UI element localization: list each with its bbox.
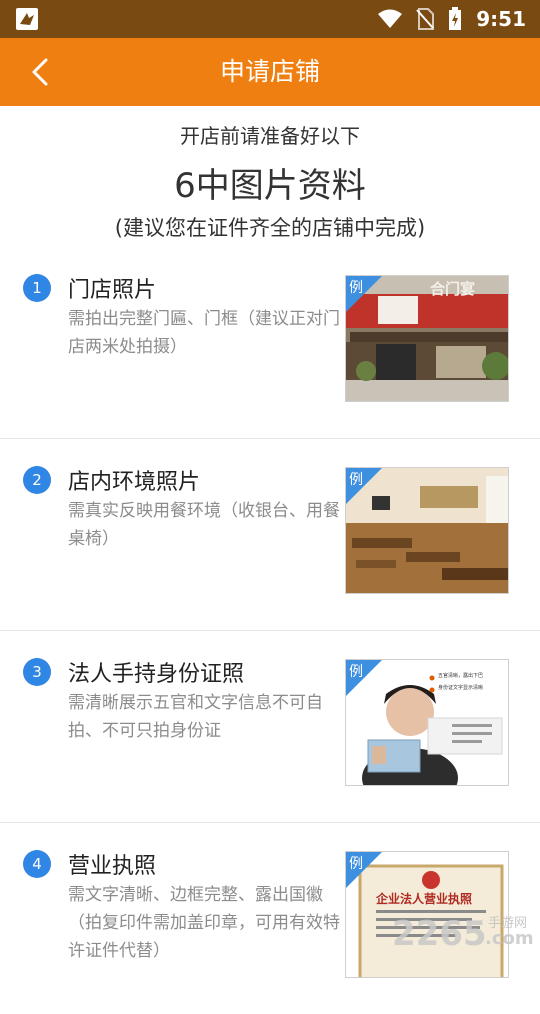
app-notification-icon bbox=[16, 8, 38, 30]
example-label: 例 bbox=[349, 664, 363, 680]
example-label: 例 bbox=[349, 856, 363, 872]
page-title: 申请店铺 bbox=[219, 57, 320, 86]
example-caption-id: 身份证文字显示清晰 bbox=[438, 685, 484, 691]
no-sim-icon bbox=[416, 8, 435, 30]
status-bar: 9:51 bbox=[0, 0, 540, 38]
list-item-store-photo: 1 门店照片 需拍出完整门匾、门框（建议正对门店两米处拍摄） 合门宴 例 bbox=[0, 246, 540, 439]
step-badge: 4 bbox=[23, 850, 51, 878]
watermark-label: 手游网 bbox=[488, 916, 528, 931]
site-watermark: 2265 .com 手游网 bbox=[392, 906, 540, 960]
item-description: 需拍出完整门匾、门框（建议正对门店两米处拍摄） bbox=[68, 309, 340, 357]
example-image-storefront: 合门宴 例 bbox=[345, 275, 509, 402]
step-badge: 2 bbox=[23, 466, 51, 494]
license-title-text: 企业法人营业执照 bbox=[376, 892, 473, 906]
item-title: 营业执照 bbox=[68, 854, 157, 879]
list-item-interior-photo: 2 店内环境照片 需真实反映用餐环境（收银台、用餐桌椅） 例 bbox=[0, 438, 540, 631]
chevron-left-icon bbox=[32, 58, 48, 86]
list-item-id-holding-photo: 3 法人手持身份证照 需清晰展示五官和文字信息不可自拍、不可只拍身份证 五官清晰… bbox=[0, 630, 540, 823]
title-bar: 申请店铺 bbox=[0, 38, 540, 106]
storefront-sign-text: 合门宴 bbox=[430, 280, 476, 298]
example-label: 例 bbox=[349, 472, 363, 488]
status-time: 9:51 bbox=[476, 7, 526, 31]
item-title: 法人手持身份证照 bbox=[68, 662, 245, 687]
watermark-number: 2265 bbox=[392, 914, 487, 954]
example-caption-face: 五官清晰，露出下巴 bbox=[438, 673, 484, 679]
intro-note: (建议您在证件齐全的店铺中完成) bbox=[114, 216, 426, 240]
example-image-interior: 例 bbox=[345, 467, 509, 594]
intro-line-1: 开店前请准备好以下 bbox=[180, 124, 360, 148]
intro-heading: 6中图片资料 bbox=[174, 166, 366, 206]
example-label: 例 bbox=[349, 280, 363, 296]
back-button[interactable] bbox=[20, 52, 64, 92]
example-image-id-holding: 五官清晰，露出下巴 身份证文字显示清晰 例 bbox=[345, 659, 509, 786]
item-description: 需清晰展示五官和文字信息不可自拍、不可只拍身份证 bbox=[68, 693, 323, 741]
step-badge: 1 bbox=[23, 274, 51, 302]
step-badge: 3 bbox=[23, 658, 51, 686]
item-title: 门店照片 bbox=[68, 278, 157, 303]
item-title: 店内环境照片 bbox=[68, 470, 201, 495]
wifi-icon bbox=[378, 9, 403, 28]
item-description: 需真实反映用餐环境（收银台、用餐桌椅） bbox=[68, 501, 340, 549]
battery-charging-icon bbox=[449, 7, 462, 30]
watermark-suffix: .com bbox=[485, 928, 534, 949]
item-description: 需文字清晰、边框完整、露出国徽（拍复印件需加盖印章，可用有效特许证件代替） bbox=[68, 885, 340, 961]
